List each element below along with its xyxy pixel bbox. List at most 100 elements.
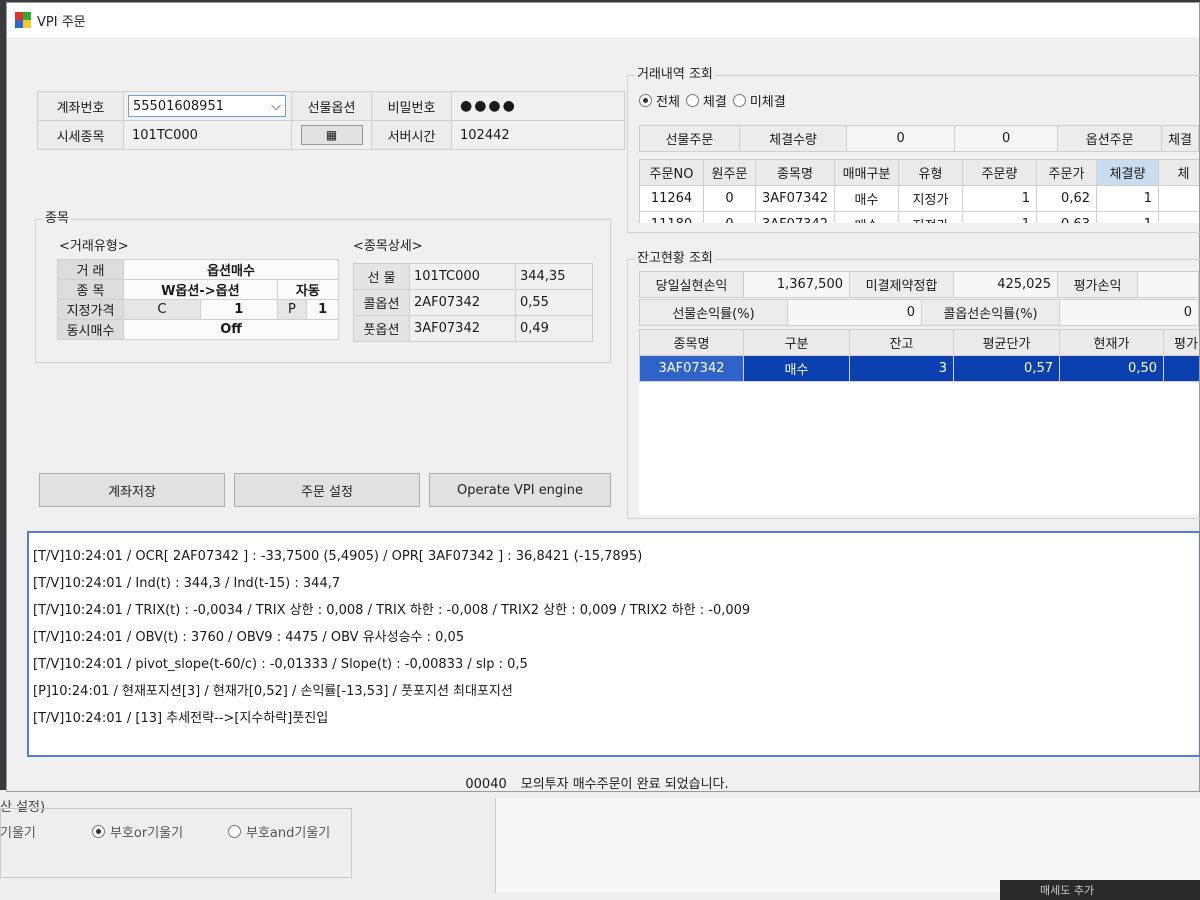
- table-row[interactable]: 11180 0 3AF07342 매수 지정가 1 0,63 1: [639, 211, 1199, 223]
- cell: 0,62: [1036, 185, 1097, 212]
- balance-grid-viewport[interactable]: 종목명 구분 잔고 평균단가 현재가 평가 3AF07342 매수 3 0,57…: [639, 329, 1199, 515]
- chevron-down-icon: ⌵: [271, 98, 281, 114]
- table-row[interactable]: 3AF07342 매수 3 0,57 0,50: [639, 355, 1199, 382]
- item-group-title: 종목: [43, 207, 71, 226]
- cell: 1: [962, 185, 1037, 212]
- col-trade-type[interactable]: 매매구분: [834, 159, 899, 186]
- status-code: 00040: [465, 777, 507, 792]
- col-eval[interactable]: 평가: [1163, 329, 1199, 356]
- futures-label: 선 물: [353, 263, 410, 290]
- radio-unfilled-label: 미체결: [749, 95, 786, 110]
- symbol-label: 시세종목: [37, 120, 124, 150]
- symbol-value: 101TC000: [123, 120, 292, 150]
- cell: 3: [849, 355, 954, 382]
- server-time-value: 102442: [451, 120, 625, 150]
- account-no-combobox[interactable]: 55501608951 ⌵: [128, 95, 286, 117]
- title-bar[interactable]: VPI 주문: [7, 3, 1199, 37]
- unsettled-sum-label: 미결제약정합: [849, 271, 954, 298]
- put-price-value[interactable]: 1: [306, 299, 339, 320]
- account-no-cell: 55501608951 ⌵: [123, 91, 292, 121]
- col-order-no[interactable]: 주문NO: [639, 159, 704, 186]
- order-settings-button[interactable]: 주문 설정: [234, 473, 420, 507]
- operate-vpi-engine-button[interactable]: Operate VPI engine: [429, 473, 611, 507]
- unsettled-sum-value: 425,025: [953, 271, 1058, 298]
- cell: 매수: [834, 185, 899, 212]
- background-radio-slope-label: 기울기: [0, 826, 36, 841]
- cell: 매수: [743, 355, 850, 382]
- vpi-order-window: VPI 주문 계좌번호 55501608951 ⌵ 선물옵션 비밀번호 ●●●●…: [6, 2, 1200, 792]
- simultaneous-buy-value[interactable]: Off: [123, 319, 339, 340]
- options-filled-label: 체결: [1161, 125, 1199, 152]
- history-filter-radios: 전체 체결 미체결: [639, 91, 786, 110]
- col-item-name[interactable]: 종목명: [639, 329, 744, 356]
- cell: 지정가: [898, 185, 963, 212]
- call-put-rate-value: 0: [1059, 299, 1199, 326]
- col-side[interactable]: 구분: [743, 329, 850, 356]
- cell: 0: [703, 211, 756, 223]
- radio-icon: [639, 94, 652, 107]
- cell: 3AF07342: [755, 185, 835, 212]
- col-orig-order[interactable]: 원주문: [703, 159, 756, 186]
- put-option-code: 3AF07342: [409, 315, 516, 342]
- radio-icon: [732, 94, 746, 107]
- item-label: 종 목: [57, 279, 124, 300]
- radio-icon: [228, 825, 241, 838]
- radio-unfilled[interactable]: 미체결: [732, 91, 786, 110]
- item-auto-value[interactable]: 자동: [276, 279, 340, 300]
- item-value[interactable]: W옵션->옵션: [123, 279, 278, 300]
- cell: 3AF07342: [755, 211, 835, 223]
- history-grid-viewport[interactable]: 주문NO 원주문 종목명 매매구분 유형 주문량 주문가 체결량 체 11264…: [639, 159, 1199, 223]
- server-time-label: 서버시간: [371, 120, 452, 150]
- radio-icon: [92, 825, 105, 838]
- col-filled-qty[interactable]: 체결량: [1096, 159, 1159, 186]
- cell: 0,57: [953, 355, 1060, 382]
- simultaneous-buy-label: 동시매수: [57, 319, 124, 340]
- call-option-label: 콜옵션: [353, 289, 410, 316]
- radio-icon: [685, 94, 699, 107]
- eval-pl-value: [1137, 271, 1199, 298]
- col-item-name[interactable]: 종목명: [755, 159, 835, 186]
- background-group-box: [0, 808, 352, 878]
- call-label: C: [123, 299, 201, 320]
- call-price-value[interactable]: 1: [199, 299, 278, 320]
- cell: 0: [703, 185, 756, 212]
- put-label: P: [276, 299, 308, 320]
- symbol-grid-button[interactable]: ▦: [300, 125, 363, 145]
- cell: 매수: [834, 211, 899, 223]
- col-current-price[interactable]: 현재가: [1059, 329, 1164, 356]
- col-truncated[interactable]: 체: [1158, 159, 1199, 186]
- status-bar: 00040 모의투자 매수주문이 완료 되었습니다.: [7, 773, 1200, 792]
- trade-label: 거 래: [57, 259, 124, 280]
- window-title: VPI 주문: [37, 14, 86, 30]
- item-detail-table: 선 물 101TC000 344,35 콜옵션 2AF07342 0,55 풋옵…: [353, 263, 594, 342]
- radio-all-label: 전체: [656, 95, 680, 110]
- engine-log-textbox[interactable]: [T/V]10:24:01 / OCR[ 2AF07342 ] : -33,75…: [27, 531, 1200, 757]
- put-option-price: 0,49: [514, 315, 594, 342]
- col-order-type[interactable]: 유형: [898, 159, 963, 186]
- limit-price-label: 지정가격: [57, 299, 124, 320]
- col-order-price[interactable]: 주문가: [1036, 159, 1097, 186]
- cell: 0,50: [1059, 355, 1164, 382]
- grid-button-cell: ▦: [291, 120, 372, 150]
- col-order-qty[interactable]: 주문량: [962, 159, 1037, 186]
- table-row[interactable]: 11264 0 3AF07342 매수 지정가 1 0,62 1: [639, 185, 1199, 212]
- call-option-code: 2AF07342: [409, 289, 516, 316]
- filled-qty-label: 체결수량: [738, 125, 848, 152]
- radio-all[interactable]: 전체: [639, 91, 680, 110]
- trade-value[interactable]: 옵션매수: [123, 259, 339, 280]
- cell: 1: [1096, 185, 1159, 212]
- background-radio-sign-and-slope[interactable]: 부호and기울기: [228, 822, 330, 841]
- cell: [1158, 211, 1199, 223]
- col-balance[interactable]: 잔고: [849, 329, 954, 356]
- radio-filled-label: 체결: [702, 95, 727, 110]
- account-info-table: 계좌번호 55501608951 ⌵ 선물옵션 비밀번호 ●●●● 시세종목 1…: [37, 91, 625, 150]
- radio-filled[interactable]: 체결: [685, 91, 727, 110]
- background-radio-sign-and-slope-label: 부호and기울기: [246, 826, 331, 841]
- background-radio-sign-or-slope[interactable]: 부호or기울기: [92, 822, 183, 841]
- balance-grid: 종목명 구분 잔고 평균단가 현재가 평가 3AF07342 매수 3 0,57…: [639, 329, 1199, 382]
- password-field[interactable]: ●●●●: [451, 91, 625, 121]
- filled-qty-value-2: 0: [953, 125, 1059, 152]
- background-radio-slope[interactable]: 기울기: [0, 822, 36, 841]
- col-avg-price[interactable]: 평균단가: [953, 329, 1060, 356]
- save-account-button[interactable]: 계좌저장: [39, 473, 225, 507]
